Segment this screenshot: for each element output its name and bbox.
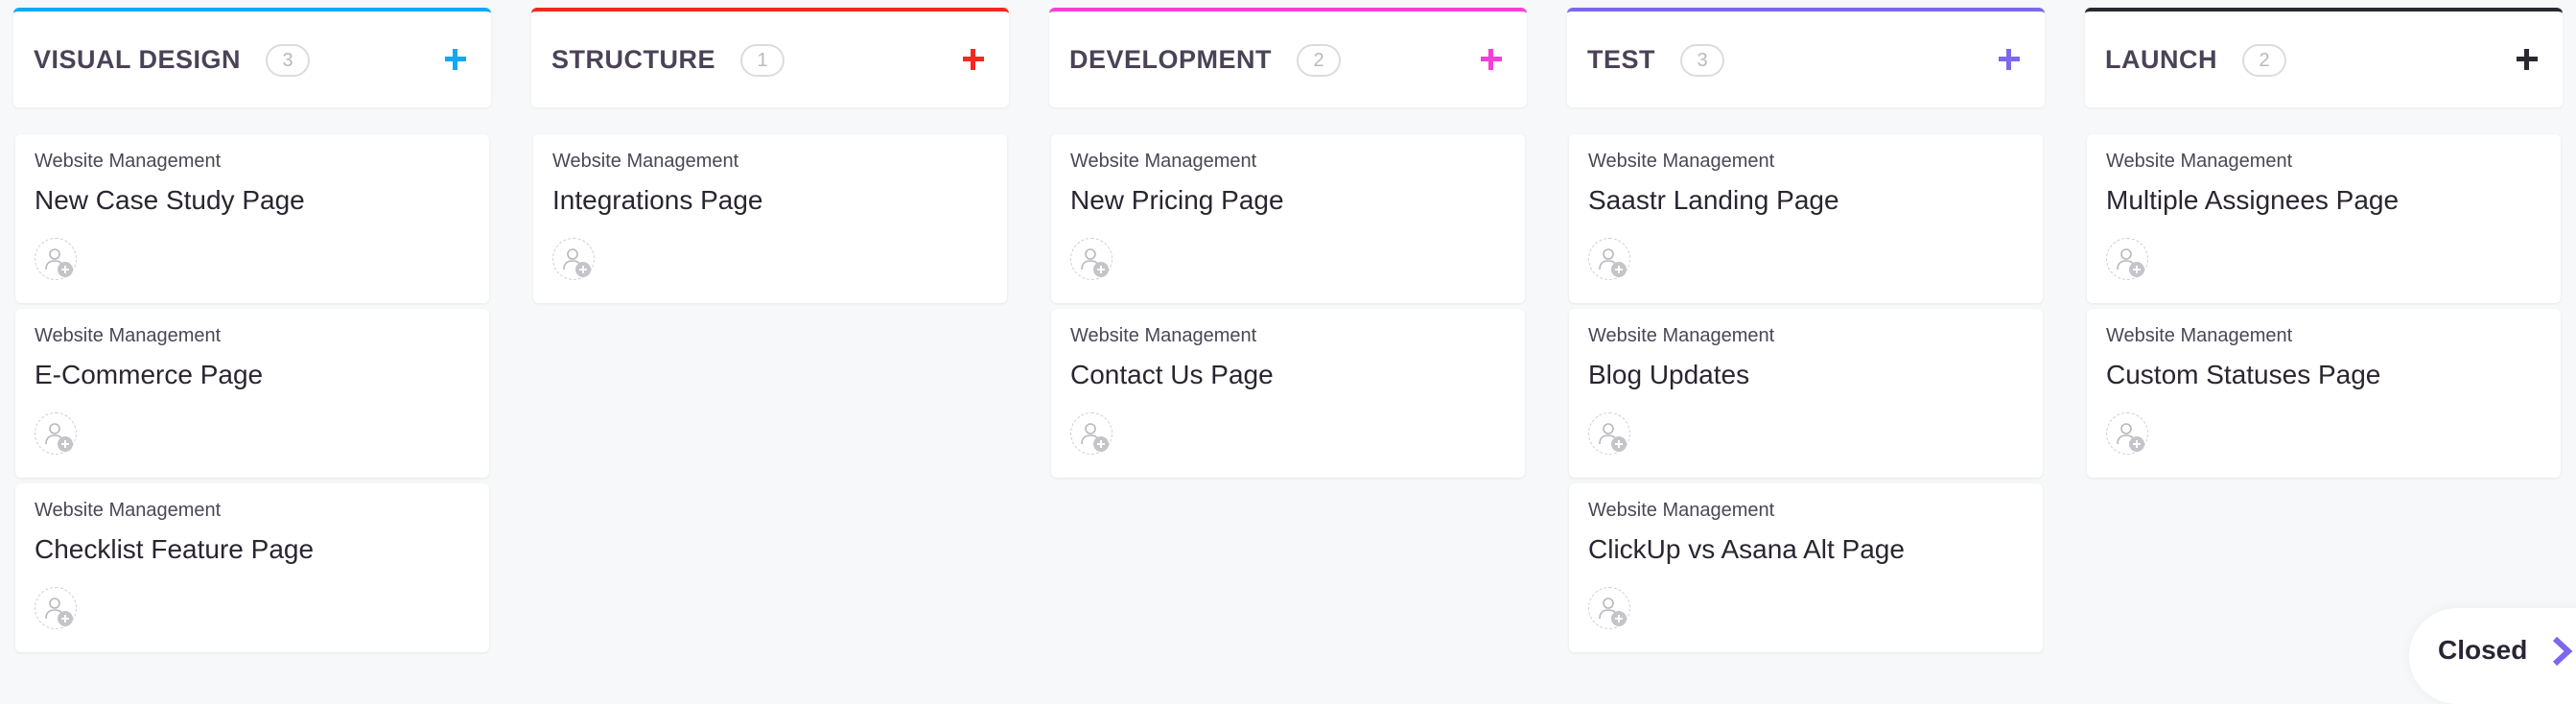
card-list-name: Website Management bbox=[35, 500, 222, 521]
add-assignee-icon[interactable] bbox=[35, 238, 77, 280]
column-launch: LAUNCH 2 Website Management Multiple Assign… bbox=[2085, 8, 2563, 652]
add-assignee-icon[interactable] bbox=[2106, 238, 2148, 280]
add-assignee-icon[interactable] bbox=[552, 238, 595, 280]
chevron-right-icon bbox=[2552, 636, 2573, 670]
add-assignee-icon[interactable] bbox=[35, 587, 77, 629]
task-card[interactable]: Website Management ClickUp vs Asana Alt P… bbox=[1569, 483, 2043, 652]
task-card[interactable]: Website Management Custom Statuses Page bbox=[2087, 309, 2561, 478]
add-assignee-icon[interactable] bbox=[1588, 238, 1630, 280]
add-assignee-icon[interactable] bbox=[1070, 238, 1112, 280]
column-test: TEST 3 Website Management Saastr Landing Pa… bbox=[1567, 8, 2045, 652]
plus-icon[interactable] bbox=[441, 45, 470, 74]
card-list-name: Website Management bbox=[35, 151, 222, 172]
column-header: VISUAL DESIGN 3 bbox=[13, 8, 491, 107]
task-card[interactable]: Website Management New Pricing Page bbox=[1051, 134, 1525, 303]
plus-icon[interactable] bbox=[1995, 45, 2024, 74]
task-count-badge: 2 bbox=[2242, 44, 2286, 77]
column-title: DEVELOPMENT bbox=[1069, 44, 1273, 74]
column-title: LAUNCH bbox=[2105, 44, 2217, 74]
card-title[interactable]: Checklist Feature Page bbox=[35, 533, 470, 566]
column-title: STRUCTURE bbox=[551, 44, 715, 74]
task-card[interactable]: Website Management Multiple Assignees Pag… bbox=[2087, 134, 2561, 303]
card-list-name: Website Management bbox=[35, 325, 222, 346]
column-header: TEST 3 bbox=[1567, 8, 2045, 107]
column-structure: STRUCTURE 1 Website Management Integrations… bbox=[531, 8, 1009, 652]
card-list: Website Management Saastr Landing Page Web… bbox=[1567, 134, 2045, 652]
plus-icon[interactable] bbox=[959, 45, 988, 74]
column-header: LAUNCH 2 bbox=[2085, 8, 2563, 107]
plus-icon[interactable] bbox=[1477, 45, 1506, 74]
card-list: Website Management New Pricing Page Websit… bbox=[1049, 134, 1527, 478]
card-list-name: Website Management bbox=[1588, 325, 1775, 346]
closed-column-toggle[interactable]: Closed bbox=[2409, 608, 2576, 704]
closed-label: Closed bbox=[2438, 635, 2528, 665]
task-card[interactable]: Website Management New Case Study Page bbox=[15, 134, 489, 303]
card-title[interactable]: Contact Us Page bbox=[1070, 359, 1506, 391]
card-list: Website Management Multiple Assignees Pag… bbox=[2085, 134, 2563, 478]
card-list: Website Management Integrations Page bbox=[531, 134, 1009, 303]
add-assignee-icon[interactable] bbox=[35, 412, 77, 455]
add-assignee-icon[interactable] bbox=[1070, 412, 1112, 455]
kanban-board: VISUAL DESIGN 3 Website Management New Case… bbox=[13, 8, 2563, 652]
task-card[interactable]: Website Management Integrations Page bbox=[533, 134, 1007, 303]
task-card[interactable]: Website Management Blog Updates bbox=[1569, 309, 2043, 478]
card-title[interactable]: Integrations Page bbox=[552, 184, 988, 217]
task-count-badge: 1 bbox=[740, 44, 785, 77]
card-list-name: Website Management bbox=[2106, 151, 2293, 172]
card-list: Website Management New Case Study Page Web… bbox=[13, 134, 491, 652]
card-title[interactable]: New Pricing Page bbox=[1070, 184, 1506, 217]
card-title[interactable]: E-Commerce Page bbox=[35, 359, 470, 391]
column-title: TEST bbox=[1587, 44, 1656, 74]
card-title[interactable]: ClickUp vs Asana Alt Page bbox=[1588, 533, 2024, 566]
card-title[interactable]: Blog Updates bbox=[1588, 359, 2024, 391]
add-assignee-icon[interactable] bbox=[1588, 412, 1630, 455]
card-list-name: Website Management bbox=[1588, 500, 1775, 521]
column-header: STRUCTURE 1 bbox=[531, 8, 1009, 107]
task-card[interactable]: Website Management Saastr Landing Page bbox=[1569, 134, 2043, 303]
card-title[interactable]: Saastr Landing Page bbox=[1588, 184, 2024, 217]
task-card[interactable]: Website Management E-Commerce Page bbox=[15, 309, 489, 478]
card-list-name: Website Management bbox=[1070, 325, 1257, 346]
column-visual-design: VISUAL DESIGN 3 Website Management New Case… bbox=[13, 8, 491, 652]
task-count-badge: 3 bbox=[1680, 44, 1725, 77]
card-list-name: Website Management bbox=[2106, 325, 2293, 346]
card-title[interactable]: Custom Statuses Page bbox=[2106, 359, 2541, 391]
column-development: DEVELOPMENT 2 Website Management New Pricin… bbox=[1049, 8, 1527, 652]
card-title[interactable]: New Case Study Page bbox=[35, 184, 470, 217]
add-assignee-icon[interactable] bbox=[2106, 412, 2148, 455]
plus-icon[interactable] bbox=[2513, 45, 2541, 74]
card-list-name: Website Management bbox=[1588, 151, 1775, 172]
column-header: DEVELOPMENT 2 bbox=[1049, 8, 1527, 107]
card-list-name: Website Management bbox=[552, 151, 739, 172]
card-title[interactable]: Multiple Assignees Page bbox=[2106, 184, 2541, 217]
card-list-name: Website Management bbox=[1070, 151, 1257, 172]
add-assignee-icon[interactable] bbox=[1588, 587, 1630, 629]
task-count-badge: 3 bbox=[266, 44, 311, 77]
task-count-badge: 2 bbox=[1297, 44, 1342, 77]
column-title: VISUAL DESIGN bbox=[34, 44, 242, 74]
task-card[interactable]: Website Management Contact Us Page bbox=[1051, 309, 1525, 478]
task-card[interactable]: Website Management Checklist Feature Page bbox=[15, 483, 489, 652]
